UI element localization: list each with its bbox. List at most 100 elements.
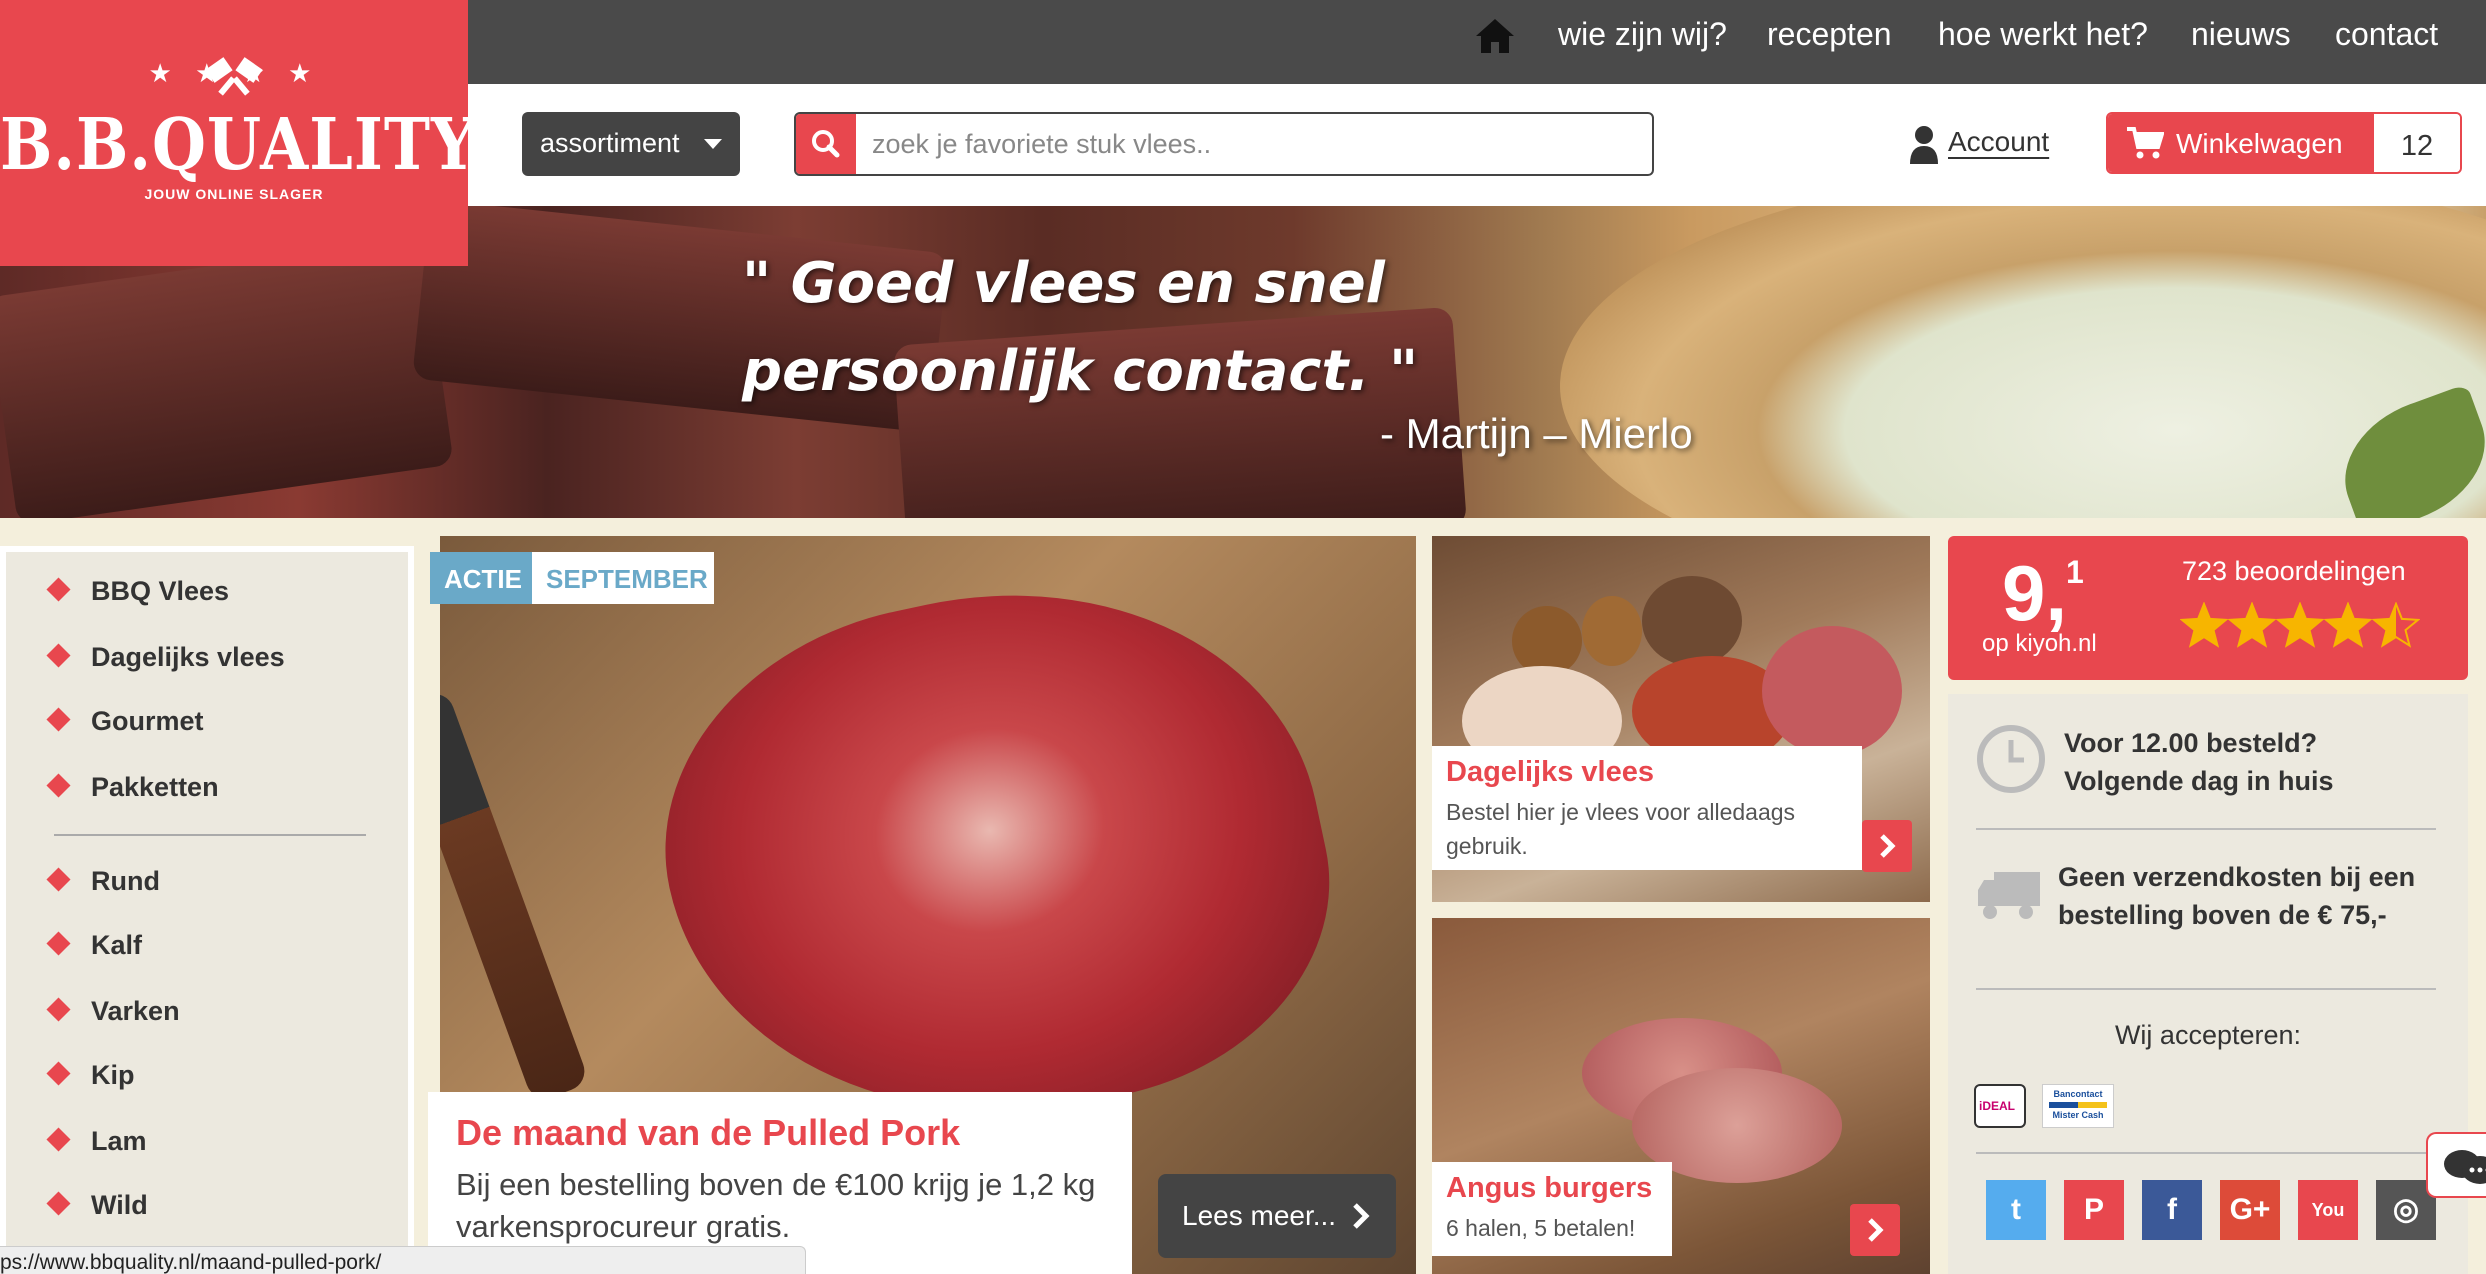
tile-description: Bestel hier je vlees voor alledaags gebr… bbox=[1446, 799, 1796, 859]
chevron-right-icon bbox=[1880, 834, 1896, 858]
sidebar-item-daily[interactable]: Dagelijks vlees bbox=[46, 642, 285, 673]
sidebar-item-game[interactable]: Wild bbox=[46, 1190, 148, 1221]
sidebar-item-label: Gourmet bbox=[91, 706, 204, 736]
badge-action: ACTIE bbox=[430, 552, 532, 604]
hero-meat-image bbox=[0, 236, 454, 518]
search-box bbox=[794, 112, 1654, 176]
cart-label: Winkelwagen bbox=[2176, 128, 2343, 159]
caret-down-icon bbox=[704, 139, 722, 149]
nav-link-contact[interactable]: contact bbox=[2335, 16, 2438, 53]
truck-icon bbox=[1978, 872, 2040, 919]
sidebar-item-label: BBQ Vlees bbox=[91, 576, 230, 606]
badge-month: SEPTEMBER bbox=[532, 552, 714, 604]
hero-quote: " Goed vlees en snel persoonlijk contact… bbox=[742, 251, 1419, 404]
youtube-icon[interactable]: You bbox=[2298, 1180, 2358, 1240]
rating-stars bbox=[2180, 602, 2420, 648]
rating-source: op kiyoh.nl bbox=[1982, 630, 2097, 657]
cart-icon bbox=[2127, 127, 2164, 159]
payment-accept-label: Wij accepteren: bbox=[2114, 1020, 2302, 1050]
cart-count: 12 bbox=[2374, 114, 2460, 172]
twitter-icon[interactable]: t bbox=[1986, 1180, 2046, 1240]
bancontact-logo-subtext: Mister Cash bbox=[2052, 1110, 2104, 1120]
star-icon bbox=[2323, 602, 2373, 648]
meatball-image bbox=[1582, 596, 1642, 666]
home-icon[interactable] bbox=[1474, 16, 1516, 56]
chevron-right-icon bbox=[1868, 1218, 1884, 1242]
shipping-info: Geen verzendkosten bij een bestelling bo… bbox=[1976, 858, 2442, 948]
delivery-text: Voor 12.00 besteld? Volgende dag in huis bbox=[2064, 728, 2334, 796]
delivery-info: Voor 12.00 besteld? Volgende dag in huis bbox=[1976, 724, 2442, 804]
diamond-bullet-icon bbox=[46, 643, 71, 668]
clock-icon bbox=[1977, 725, 2045, 793]
tile-description: 6 halen, 5 betalen! bbox=[1446, 1215, 1636, 1241]
bancontact-logo: Bancontact Mister Cash bbox=[2042, 1084, 2114, 1128]
mince-image bbox=[1642, 576, 1742, 666]
diamond-bullet-icon bbox=[46, 1127, 71, 1152]
tile-caption: Dagelijks vlees Bestel hier je vlees voo… bbox=[1432, 746, 1862, 870]
sidebar-item-pork[interactable]: Varken bbox=[46, 996, 180, 1027]
sidebar-item-label: Varken bbox=[91, 996, 180, 1026]
search-icon bbox=[812, 130, 840, 158]
sidebar-item-chicken[interactable]: Kip bbox=[46, 1060, 135, 1091]
googleplus-icon[interactable]: G+ bbox=[2220, 1180, 2280, 1240]
sidebar-item-label: Lam bbox=[91, 1126, 147, 1156]
sidebar-item-label: Kip bbox=[91, 1060, 135, 1090]
category-sidebar: BBQ Vlees Dagelijks vlees Gourmet Pakket… bbox=[0, 546, 414, 1274]
nav-link-about[interactable]: wie zijn wij? bbox=[1558, 16, 1727, 53]
cart-button[interactable]: Winkelwagen 12 bbox=[2106, 112, 2462, 174]
sidebar-item-packages[interactable]: Pakketten bbox=[46, 772, 219, 803]
search-button[interactable] bbox=[796, 114, 856, 174]
mince-image bbox=[1762, 626, 1902, 756]
tile-arrow-button[interactable] bbox=[1850, 1204, 1900, 1256]
star-icon bbox=[2227, 602, 2277, 648]
sidebar-item-beef[interactable]: Rund bbox=[46, 866, 160, 897]
diamond-bullet-icon bbox=[46, 773, 71, 798]
user-icon bbox=[1910, 126, 1938, 164]
tile-arrow-button[interactable] bbox=[1862, 820, 1912, 872]
usp-panel: Voor 12.00 besteld? Volgende dag in huis… bbox=[1948, 694, 2468, 1274]
usp-divider bbox=[1976, 1152, 2436, 1154]
kiyoh-rating-box[interactable]: 9, 1 op kiyoh.nl 723 beoordelingen bbox=[1948, 536, 2468, 680]
rating-score: 9, bbox=[2002, 549, 2068, 637]
ideal-logo-text: iDEAL bbox=[1979, 1099, 2015, 1113]
feature-title[interactable]: De maand van de Pulled Pork bbox=[456, 1112, 1104, 1154]
assortment-dropdown[interactable]: assortiment bbox=[522, 112, 740, 176]
category-tile-burgers[interactable]: Angus burgers 6 halen, 5 betalen! bbox=[1432, 918, 1930, 1274]
diamond-bullet-icon bbox=[46, 707, 71, 732]
site-logo[interactable]: ★ ★ ★ ★ B.B.QUALITY JOUW ONLINE SLAGER bbox=[0, 0, 477, 266]
usp-divider bbox=[1976, 828, 2436, 830]
logo-name: B.B.QUALITY bbox=[0, 102, 477, 187]
chat-icon bbox=[2444, 1150, 2486, 1184]
shipping-text: Geen verzendkosten bij een bestelling bo… bbox=[2058, 862, 2416, 930]
tile-title: Dagelijks vlees bbox=[1446, 756, 1654, 788]
sidebar-item-label: Kalf bbox=[91, 930, 143, 960]
facebook-icon[interactable]: f bbox=[2142, 1180, 2202, 1240]
star-icon bbox=[2371, 602, 2420, 648]
search-input[interactable] bbox=[872, 114, 1642, 174]
account-label: Account bbox=[1948, 126, 2050, 157]
diamond-bullet-icon bbox=[46, 1061, 71, 1086]
diamond-bullet-icon bbox=[46, 867, 71, 892]
cleaver-icon bbox=[205, 57, 263, 96]
nav-link-news[interactable]: nieuws bbox=[2191, 16, 2291, 53]
logo-tagline: JOUW ONLINE SLAGER bbox=[144, 186, 324, 202]
sidebar-item-label: Wild bbox=[91, 1190, 148, 1220]
cart-label-area: Winkelwagen bbox=[2108, 114, 2374, 172]
nav-link-recipes[interactable]: recepten bbox=[1767, 16, 1892, 53]
rating-score-decimal: 1 bbox=[2066, 554, 2084, 590]
pork-image bbox=[623, 536, 1367, 1178]
tile-title: Angus burgers bbox=[1446, 1172, 1653, 1204]
nav-link-how-it-works[interactable]: hoe werkt het? bbox=[1938, 16, 2148, 53]
usp-divider bbox=[1976, 988, 2436, 990]
category-tile-daily[interactable]: Dagelijks vlees Bestel hier je vlees voo… bbox=[1432, 536, 1930, 902]
sidebar-item-label: Dagelijks vlees bbox=[91, 642, 285, 672]
diamond-bullet-icon bbox=[46, 997, 71, 1022]
read-more-button[interactable]: Lees meer... bbox=[1158, 1174, 1396, 1258]
pinterest-icon[interactable]: P bbox=[2064, 1180, 2124, 1240]
sidebar-item-gourmet[interactable]: Gourmet bbox=[46, 706, 204, 737]
sidebar-divider bbox=[54, 834, 366, 836]
sidebar-item-bbq[interactable]: BBQ Vlees bbox=[46, 576, 230, 607]
sidebar-item-veal[interactable]: Kalf bbox=[46, 930, 143, 961]
chat-widget-button[interactable] bbox=[2426, 1132, 2486, 1198]
sidebar-item-lamb[interactable]: Lam bbox=[46, 1126, 147, 1157]
